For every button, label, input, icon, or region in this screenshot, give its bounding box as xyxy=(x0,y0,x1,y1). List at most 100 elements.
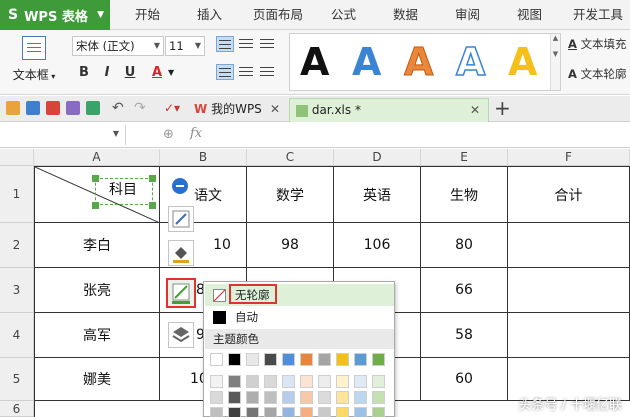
color-swatch[interactable] xyxy=(318,353,331,366)
row-header[interactable]: 1 xyxy=(0,166,34,223)
color-swatch[interactable] xyxy=(372,375,385,388)
color-swatch[interactable] xyxy=(228,353,241,366)
menu-developer[interactable]: 开发工具 xyxy=(573,0,623,30)
color-swatch[interactable] xyxy=(372,407,385,417)
shape-layer-button[interactable] xyxy=(168,322,194,348)
text-fill-button[interactable]: A 文本填充 xyxy=(568,36,627,52)
print-icon[interactable] xyxy=(66,101,80,115)
zoom-icon[interactable]: ⊕ xyxy=(163,127,174,142)
table-cell[interactable] xyxy=(508,268,630,313)
table-cell[interactable]: 80 xyxy=(421,223,508,268)
color-swatch[interactable] xyxy=(228,375,241,388)
align-center-button[interactable] xyxy=(237,64,255,80)
align-top-button[interactable] xyxy=(216,36,234,52)
color-swatch[interactable] xyxy=(228,407,241,417)
color-swatch[interactable] xyxy=(246,391,259,404)
font-name-select[interactable]: 宋体 (正文) ▼ xyxy=(72,36,164,56)
export-pdf-icon[interactable] xyxy=(46,101,60,115)
customize-icon[interactable]: ✓▾ xyxy=(164,101,180,115)
menu-home[interactable]: 开始 xyxy=(135,0,160,30)
tab-dar-xls[interactable]: dar.xls * ✕ xyxy=(289,98,489,122)
color-swatch[interactable] xyxy=(336,375,349,388)
column-header[interactable]: D xyxy=(334,149,421,166)
color-swatch[interactable] xyxy=(318,375,331,388)
color-swatch[interactable] xyxy=(336,353,349,366)
color-swatch[interactable] xyxy=(210,375,223,388)
color-swatch[interactable] xyxy=(300,353,313,366)
color-swatch[interactable] xyxy=(318,407,331,417)
font-size-select[interactable]: 11 ▼ xyxy=(165,36,205,56)
color-swatch[interactable] xyxy=(264,375,277,388)
cell-d1[interactable]: 英语 xyxy=(334,167,421,223)
table-cell[interactable] xyxy=(508,313,630,358)
color-swatch[interactable] xyxy=(282,375,295,388)
minus-circle-icon[interactable] xyxy=(172,178,188,194)
color-swatch[interactable] xyxy=(336,407,349,417)
color-swatch[interactable] xyxy=(210,353,223,366)
table-cell[interactable] xyxy=(508,223,630,268)
close-icon[interactable]: ✕ xyxy=(270,98,280,120)
color-swatch[interactable] xyxy=(282,391,295,404)
color-swatch[interactable] xyxy=(210,391,223,404)
cell-c1[interactable]: 数学 xyxy=(247,167,334,223)
cell-e1[interactable]: 生物 xyxy=(421,167,508,223)
align-middle-button[interactable] xyxy=(237,36,255,52)
menu-view[interactable]: 视图 xyxy=(517,0,542,30)
menu-formula[interactable]: 公式 xyxy=(331,0,356,30)
menu-review[interactable]: 审阅 xyxy=(455,0,480,30)
color-swatch[interactable] xyxy=(354,375,367,388)
cell-a1[interactable]: 科目 xyxy=(35,167,160,223)
wordart-style-3[interactable]: A xyxy=(403,38,433,86)
column-header[interactable]: B xyxy=(160,149,247,166)
table-cell[interactable]: 60 xyxy=(421,358,508,401)
color-swatch[interactable] xyxy=(264,391,277,404)
resize-handle[interactable] xyxy=(149,202,156,209)
redo-icon[interactable]: ↷ xyxy=(134,101,148,115)
row-header[interactable]: 6 xyxy=(0,401,34,417)
row-header[interactable]: 5 xyxy=(0,358,34,401)
wordart-style-4[interactable]: A xyxy=(455,38,486,86)
wordart-style-2[interactable]: A xyxy=(352,38,381,86)
color-swatch[interactable] xyxy=(282,353,295,366)
row-header[interactable]: 2 xyxy=(0,223,34,268)
automatic-option[interactable]: 自动 xyxy=(205,306,394,328)
wordart-style-1[interactable]: A xyxy=(300,38,329,86)
wordart-scroll[interactable]: ▲ ▼ xyxy=(550,34,560,90)
color-swatch[interactable] xyxy=(246,353,259,366)
color-swatch[interactable] xyxy=(354,353,367,366)
new-tab-button[interactable]: + xyxy=(494,97,511,119)
row-header[interactable]: 4 xyxy=(0,313,34,358)
resize-handle[interactable] xyxy=(149,175,156,182)
resize-handle[interactable] xyxy=(92,175,99,182)
tab-my-wps[interactable]: W 我的WPS ✕ xyxy=(188,98,288,122)
color-swatch[interactable] xyxy=(264,353,277,366)
open-folder-icon[interactable] xyxy=(6,101,20,115)
table-cell[interactable]: 高军 xyxy=(35,313,160,358)
color-swatch[interactable] xyxy=(372,391,385,404)
textbox-button[interactable]: 文本框 ▾ xyxy=(8,34,60,90)
function-button[interactable]: fx xyxy=(190,126,202,141)
save-icon[interactable] xyxy=(26,101,40,115)
menu-insert[interactable]: 插入 xyxy=(197,0,222,30)
bold-button[interactable]: B xyxy=(75,63,93,83)
menu-data[interactable]: 数据 xyxy=(393,0,418,30)
font-color-button[interactable]: A xyxy=(148,63,166,83)
align-left-button[interactable] xyxy=(216,64,234,80)
color-swatch[interactable] xyxy=(210,407,223,417)
underline-button[interactable]: U xyxy=(121,63,139,83)
color-swatch[interactable] xyxy=(300,407,313,417)
color-swatch[interactable] xyxy=(246,407,259,417)
table-cell[interactable]: 娜美 xyxy=(35,358,160,401)
color-swatch[interactable] xyxy=(264,407,277,417)
color-swatch[interactable] xyxy=(354,391,367,404)
table-cell[interactable]: 李白 xyxy=(35,223,160,268)
close-icon[interactable]: ✕ xyxy=(470,99,480,121)
color-swatch[interactable] xyxy=(300,391,313,404)
color-swatch[interactable] xyxy=(354,407,367,417)
color-swatch[interactable] xyxy=(372,353,385,366)
column-header[interactable]: A xyxy=(34,149,160,166)
print-preview-icon[interactable] xyxy=(86,101,100,115)
wordart-style-5[interactable]: A xyxy=(508,38,537,86)
select-all-corner[interactable] xyxy=(0,149,34,166)
color-swatch[interactable] xyxy=(282,407,295,417)
